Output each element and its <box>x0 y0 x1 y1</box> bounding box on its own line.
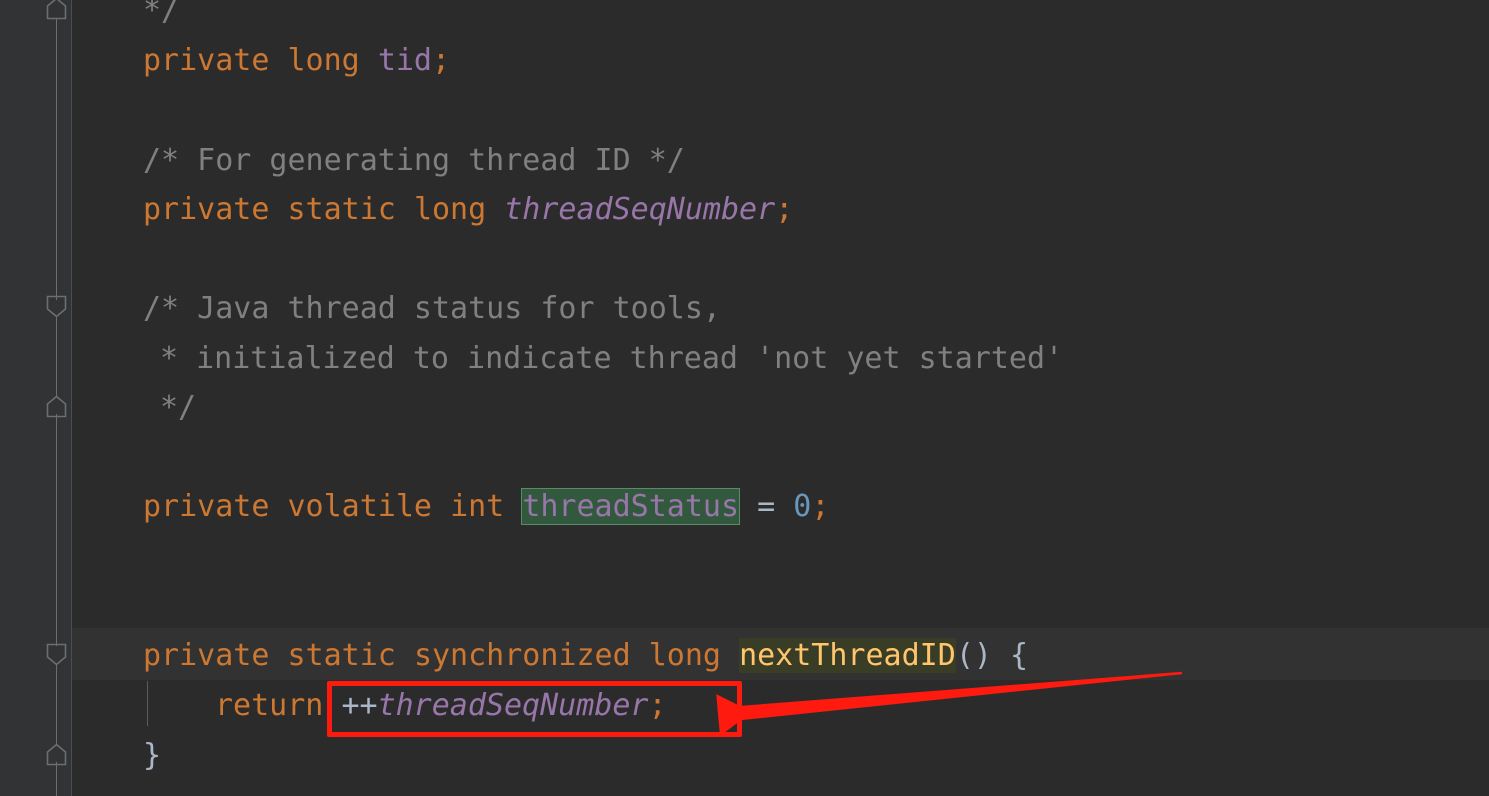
code-token: () { <box>955 638 1029 673</box>
code-token: long <box>648 638 740 673</box>
line-threadstatus-decl[interactable]: private volatile int threadStatus = 0; <box>0 482 829 532</box>
line-comment-close-top[interactable]: */ <box>0 0 179 36</box>
code-token: ; <box>775 192 794 227</box>
code-token: synchronized <box>413 638 649 673</box>
code-token: 0 <box>793 489 812 524</box>
code-token: long <box>413 192 505 227</box>
code-token: threadSeqNumber <box>504 192 776 227</box>
code-token: return <box>215 688 342 723</box>
code-token: = <box>739 489 794 524</box>
code-token: * initialized to indicate thread 'not ye… <box>160 341 1064 376</box>
code-token: static <box>287 638 414 673</box>
line-method-close-brace[interactable]: } <box>0 731 161 781</box>
line-comment-seq[interactable]: /* For generating thread ID */ <box>0 136 685 186</box>
code-token: /* Java thread status for tools, <box>143 291 721 326</box>
code-token: threadStatus <box>521 488 741 525</box>
code-token: private <box>143 489 288 524</box>
code-token: threadSeqNumber <box>377 688 649 723</box>
code-token: private <box>143 638 288 673</box>
code-token: long <box>287 43 378 78</box>
code-token: ; <box>648 688 667 723</box>
line-comment-status-3[interactable]: */ <box>0 383 196 433</box>
code-editor[interactable]: */ private long tid; /* For generating thr… <box>0 0 1489 796</box>
code-token: ; <box>811 489 830 524</box>
line-return-increment[interactable]: return ++threadSeqNumber; <box>0 681 667 731</box>
code-token: tid <box>377 43 432 78</box>
code-token: /* For generating thread ID */ <box>143 143 685 178</box>
line-threadseqnumber-decl[interactable]: private static long threadSeqNumber; <box>0 185 793 235</box>
line-comment-status-1[interactable]: /* Java thread status for tools, <box>0 284 721 334</box>
code-token: volatile <box>287 489 451 524</box>
code-token: private <box>143 192 288 227</box>
code-token: static <box>287 192 414 227</box>
code-token: int <box>450 489 523 524</box>
line-comment-status-2[interactable]: * initialized to indicate thread 'not ye… <box>0 334 1063 384</box>
code-token: */ <box>143 0 180 28</box>
code-token: } <box>143 738 162 773</box>
code-token: ; <box>432 43 451 78</box>
code-token: */ <box>160 390 197 425</box>
line-nextthreadid-signature[interactable]: private static synchronized long nextThr… <box>0 631 1028 681</box>
line-tid-decl[interactable]: private long tid; <box>0 36 450 86</box>
code-token: ++ <box>341 688 378 723</box>
code-text-layer[interactable]: */ private long tid; /* For generating thr… <box>0 0 1489 796</box>
code-token: nextThreadID <box>739 638 956 673</box>
code-token: private <box>143 43 288 78</box>
